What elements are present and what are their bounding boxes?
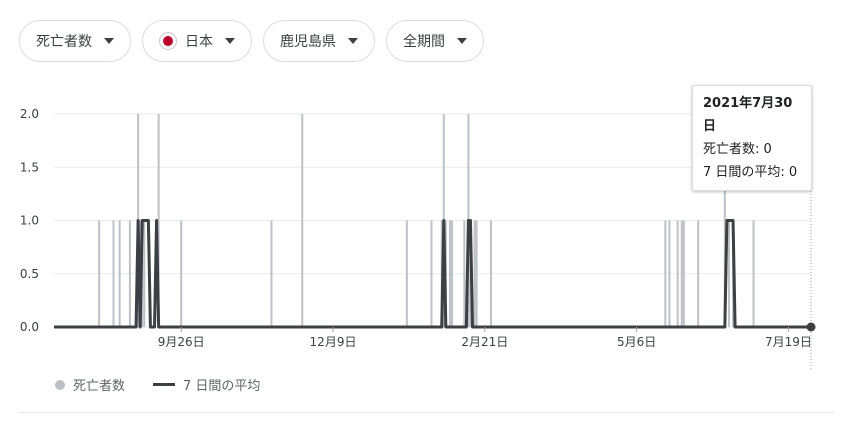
- tooltip-avg-label: 7 日間の平均: [703, 165, 781, 180]
- region-dropdown-label: 鹿児島県: [280, 34, 336, 50]
- deaths-bar: [128, 220, 131, 327]
- metric-dropdown[interactable]: 死亡者数: [19, 20, 131, 62]
- deaths-bar: [473, 220, 476, 327]
- country-dropdown[interactable]: 日本: [142, 20, 252, 62]
- cursor-point: [806, 322, 816, 332]
- tooltip-deaths-value: 0: [763, 142, 772, 157]
- deaths-bar: [98, 220, 101, 327]
- legend-dot-icon: [55, 379, 65, 390]
- y-tick-label: 0.5: [20, 267, 39, 281]
- x-axis-ticks: 9月26日 12月9日 2月21日 5月6日 7月19日: [158, 327, 812, 349]
- chevron-down-icon: [348, 38, 358, 44]
- metric-dropdown-label: 死亡者数: [36, 34, 92, 50]
- deaths-bar: [475, 220, 478, 327]
- tooltip-date: 2021年7月30日: [703, 96, 793, 134]
- deaths-bar: [727, 220, 730, 327]
- deaths-bar: [450, 220, 453, 327]
- tooltip-deaths-row: 死亡者数: 0: [703, 142, 772, 157]
- chevron-down-icon: [104, 38, 114, 44]
- legend-deaths-label: 死亡者数: [73, 379, 126, 394]
- deaths-bar: [682, 220, 685, 327]
- legend-line-icon: [153, 383, 176, 386]
- y-tick-label: 2.0: [20, 107, 39, 121]
- legend-avg-label: 7 日間の平均: [183, 379, 261, 394]
- country-dropdown-label: 日本: [185, 34, 213, 50]
- x-tick-label: 12月9日: [310, 335, 357, 349]
- chevron-down-icon: [225, 38, 235, 44]
- x-tick-label: 9月26日: [158, 335, 205, 349]
- x-tick-label: 7月19日: [765, 335, 812, 349]
- y-axis-ticks: 0.0 0.5 1.0 1.5 2.0: [20, 107, 39, 334]
- deaths-bar: [668, 220, 671, 327]
- deaths-bar: [405, 220, 408, 327]
- period-dropdown-label: 全期間: [403, 34, 445, 50]
- deaths-bar: [430, 220, 433, 327]
- deaths-bar: [697, 220, 700, 327]
- y-tick-label: 0.0: [20, 320, 39, 334]
- deaths-bar: [270, 220, 273, 327]
- deaths-bar: [752, 220, 755, 327]
- deaths-bar: [676, 220, 679, 327]
- chevron-down-icon: [457, 38, 467, 44]
- deaths-bar: [118, 220, 121, 327]
- period-dropdown[interactable]: 全期間: [386, 20, 484, 62]
- deaths-bar: [664, 220, 667, 327]
- x-tick-label: 5月6日: [617, 335, 656, 349]
- deaths-bar: [143, 220, 146, 327]
- legend-item-deaths[interactable]: 死亡者数: [55, 375, 125, 394]
- deaths-bar: [489, 220, 492, 327]
- tooltip-deaths-label: 死亡者数: [703, 142, 756, 157]
- y-tick-label: 1.5: [20, 160, 39, 174]
- chart-legend: 死亡者数 7 日間の平均: [55, 375, 288, 394]
- japan-flag-icon: [159, 32, 177, 50]
- deaths-bar: [301, 114, 304, 327]
- deaths-bar: [180, 220, 183, 327]
- deaths-bar: [680, 220, 683, 327]
- filter-bar: 死亡者数 日本 鹿児島県 全期間: [19, 20, 484, 62]
- chart-tooltip: 2021年7月30日 死亡者数: 0 7 日間の平均: 0: [692, 85, 812, 191]
- tooltip-avg-row: 7 日間の平均: 0: [703, 165, 798, 180]
- deaths-bar: [448, 220, 451, 327]
- tooltip-avg-value: 0: [788, 165, 798, 180]
- x-tick-label: 2月21日: [461, 335, 508, 349]
- deaths-bar: [112, 220, 115, 327]
- divider: [19, 412, 835, 413]
- deaths-bar: [463, 220, 466, 327]
- region-dropdown[interactable]: 鹿児島県: [263, 20, 375, 62]
- legend-item-avg[interactable]: 7 日間の平均: [153, 375, 260, 394]
- y-tick-label: 1.0: [20, 214, 39, 228]
